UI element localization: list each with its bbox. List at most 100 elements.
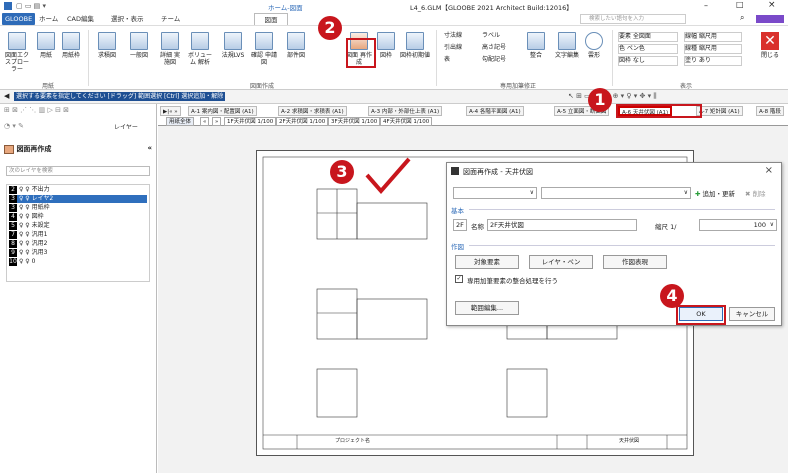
doc-tab-a1[interactable]: A-1 案内図・配置図 (A1)	[188, 106, 257, 116]
frame-default-button[interactable]: 図枠初期値	[398, 32, 432, 59]
collapse-icon[interactable]: «	[147, 144, 152, 152]
consistency-icon	[527, 32, 545, 50]
search-icon[interactable]: ⌕	[740, 13, 744, 23]
line-type-select[interactable]: 線種 縮尺用	[684, 44, 742, 54]
sub-tab-2f[interactable]: 2F天井伏図 1/100	[276, 117, 329, 126]
doc-tab-a4[interactable]: A-4 各階平面図 (A1)	[466, 106, 524, 116]
close-x-icon: ✕	[761, 32, 779, 50]
layer-row[interactable]: 3 ♀ ♀ 用紙枠	[9, 204, 50, 212]
close-button[interactable]: ×	[768, 0, 776, 10]
height-mark-tool[interactable]: 高さ記号	[482, 44, 506, 52]
consistency-button[interactable]: 整合	[526, 32, 546, 59]
consistency-label: 整合	[529, 52, 542, 59]
drawing-explorer-button[interactable]: 図面エクスプローラー	[4, 32, 30, 73]
frame-button[interactable]: 図枠	[376, 32, 396, 59]
sub-tab-whole[interactable]: 用紙全体	[166, 117, 195, 126]
section-create: 作図	[451, 243, 464, 251]
display-color-select[interactable]: 色 ペン色	[618, 44, 678, 54]
volume-analysis-button[interactable]: ボリューム 解析	[186, 32, 214, 66]
layer-search-input[interactable]: 次のレイヤを検索	[6, 166, 150, 176]
frame-default-icon	[406, 32, 424, 50]
account-icon[interactable]	[756, 15, 784, 23]
scale-select[interactable]: 100 ∨	[699, 219, 777, 231]
scale-label: 縮尺 1/	[655, 223, 677, 231]
layer-row[interactable]: 5 ♀ ♀ 未設定	[9, 222, 50, 230]
tab-home[interactable]: ホーム	[36, 13, 61, 25]
sub-tab-3f[interactable]: 3F天井伏図 1/100	[328, 117, 381, 126]
doc-tab-a2[interactable]: A-2 求積図・求積表 (A1)	[278, 106, 347, 116]
help-search-input[interactable]: 検索したい語句を入力	[580, 14, 686, 24]
sub-tab-4f[interactable]: 4F天井伏図 1/100	[380, 117, 433, 126]
tab-nav[interactable]: ▶|« »	[160, 106, 181, 116]
cloud-button[interactable]: 雲形	[584, 32, 604, 59]
sub-tab-1f[interactable]: 1F天井伏図 1/100	[224, 117, 277, 126]
tab-drawing[interactable]: 図面	[254, 13, 288, 25]
paper-frame-icon	[62, 32, 80, 50]
target-elements-button[interactable]: 対象要素	[455, 255, 519, 269]
layer-row[interactable]: 2 ♀ ♀ 不出力	[9, 186, 50, 194]
paper-button[interactable]: 用紙	[36, 32, 56, 59]
panel-toolbar[interactable]: ⊞ ⊠ ⋰ ⋱ ▥ ▷ ⊟ ⊠	[4, 106, 69, 114]
preset-name-select[interactable]: ∨	[541, 187, 691, 199]
consistency-checkbox[interactable]: ✓	[455, 275, 463, 283]
tab-cad-edit[interactable]: CAD編集	[64, 13, 97, 25]
label-tool[interactable]: ラベル	[482, 32, 500, 40]
display-element-select[interactable]: 要素 全図面	[618, 32, 678, 42]
add-update-label: 追加・更新	[702, 190, 736, 198]
add-update-button[interactable]: ✚ 追加・更新	[695, 188, 735, 198]
range-edit-button[interactable]: 範囲編集...	[455, 301, 519, 315]
layer-menu[interactable]: レイヤー	[114, 122, 138, 131]
area-drawing-button[interactable]: 求積図	[92, 32, 122, 59]
delete-button[interactable]: ✖ 削除	[745, 188, 766, 198]
panel-toolbar-2[interactable]: ◔ ▾ ✎	[4, 122, 24, 130]
layer-name: 用紙枠	[31, 204, 50, 211]
text-edit-button[interactable]: 文字編集	[552, 32, 582, 59]
toolbar-icons[interactable]: ↖ ⊞ ▭ ▾ ⟲ ▾ ⊕ ▾ ♀ ▾ ✥ ▾ ⫼	[568, 92, 657, 101]
parts-drawing-icon	[287, 32, 305, 50]
dimension-line-tool[interactable]: 寸法線	[444, 32, 462, 40]
dialog-close-icon[interactable]: ×	[765, 165, 773, 176]
layer-row[interactable]: 7 ♀ ♀ 汎用1	[9, 231, 47, 239]
sub-tab-prev[interactable]: «	[200, 117, 210, 126]
law-lvs-button[interactable]: 法規LVS	[218, 32, 248, 59]
arrow-left-icon[interactable]: ◀	[4, 92, 9, 100]
name-label: 名称	[471, 223, 484, 231]
parts-drawing-label: 部件図	[286, 52, 305, 59]
preset-select[interactable]: ∨	[453, 187, 537, 199]
tab-gloobe[interactable]: GLOOBE	[2, 13, 36, 25]
layer-number: 8	[9, 240, 17, 248]
layer-name: 不出力	[31, 186, 50, 193]
tab-select-display[interactable]: 選択・表示	[108, 13, 147, 25]
paper-frame-button[interactable]: 用紙枠	[58, 32, 84, 59]
layer-row-selected[interactable]: 3 ♀ ♀ レイヤ2	[9, 195, 147, 203]
general-drawing-button[interactable]: 一般図	[124, 32, 154, 59]
leader-line-tool[interactable]: 引出線	[444, 44, 462, 52]
close-ribbon-button[interactable]: ✕ 閉じる	[756, 32, 784, 59]
detail-drawing-button[interactable]: 詳細 実施図	[158, 32, 182, 66]
line-width-select[interactable]: 線幅 縮尺用	[684, 32, 742, 42]
maximize-button[interactable]: □	[736, 0, 744, 9]
layer-row[interactable]: 9 ♀ ♀ 汎用3	[9, 249, 47, 257]
sub-tab-next[interactable]: »	[212, 117, 222, 126]
table-tool[interactable]: 表	[444, 56, 450, 64]
fill-select[interactable]: 塗り あり	[684, 56, 742, 66]
doc-tab-a3[interactable]: A-3 内部・外部仕上表 (A1)	[368, 106, 443, 116]
minimize-button[interactable]: –	[704, 1, 708, 10]
display-frame-select[interactable]: 図枠 なし	[618, 56, 678, 66]
doc-tab-a7[interactable]: A-7 矩計図 (A1)	[696, 106, 743, 116]
tab-team[interactable]: チーム	[158, 13, 183, 25]
doc-tab-a8[interactable]: A-8 階段	[756, 106, 784, 116]
section-basic: 基本	[451, 207, 464, 215]
layer-row[interactable]: 4 ♀ ♀ 図枠	[9, 213, 44, 221]
name-input[interactable]: 2F天井伏図	[487, 219, 637, 231]
ribbon-tabs: GLOOBE ホーム CAD編集 選択・表示 チーム 図面 検索したい語句を入力…	[0, 12, 788, 26]
layer-row[interactable]: 8 ♀ ♀ 汎用2	[9, 240, 47, 248]
application-drawing-button[interactable]: 確認 申請図	[250, 32, 278, 66]
drawing-expression-button[interactable]: 作図表現	[603, 255, 667, 269]
parts-drawing-button[interactable]: 部件図	[282, 32, 310, 59]
cancel-button[interactable]: キャンセル	[729, 307, 775, 321]
layer-row[interactable]: 10 ♀ ♀ 0	[9, 258, 35, 266]
quick-access-icons[interactable]: ▢ ▭ ▤ ▾	[16, 2, 46, 10]
layer-pen-button[interactable]: レイヤ・ペン	[529, 255, 593, 269]
slope-mark-tool[interactable]: 勾配記号	[482, 56, 506, 64]
